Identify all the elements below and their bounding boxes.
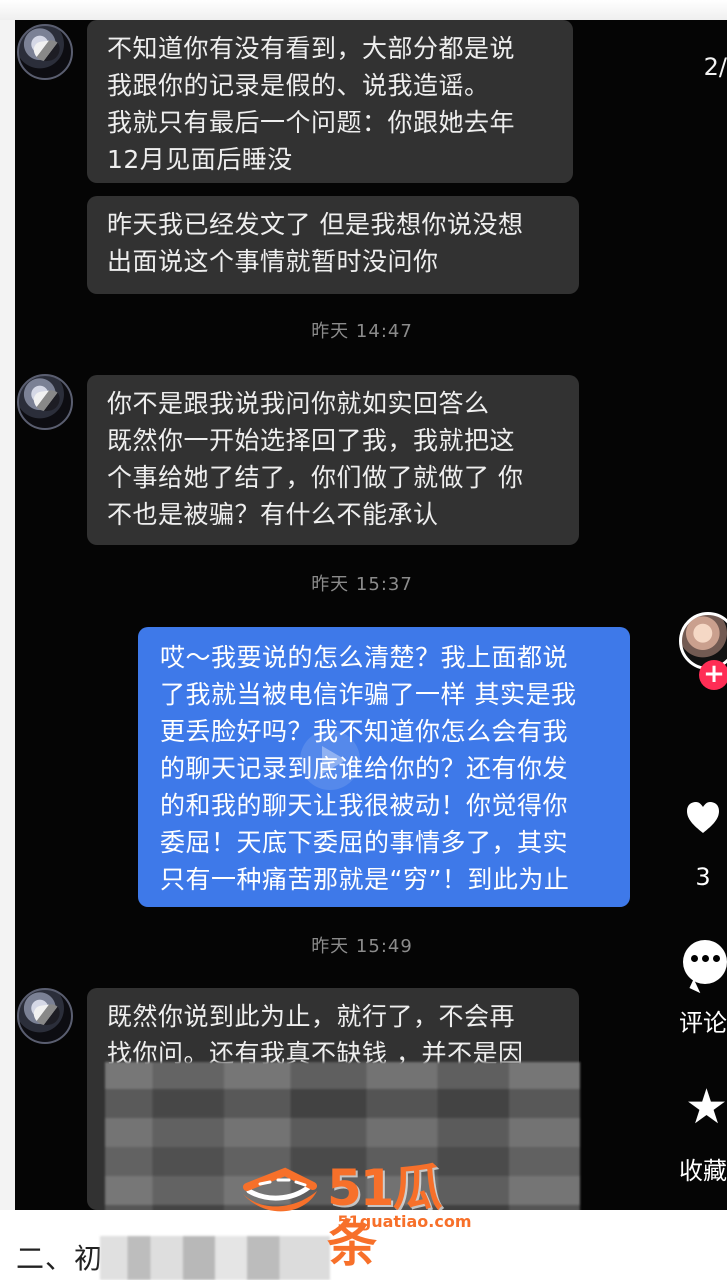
message-timestamp: 昨天 15:37 [311, 574, 413, 595]
message-timestamp: 昨天 14:47 [311, 321, 413, 342]
play-icon[interactable] [300, 730, 360, 790]
article-section-text: 二、初 [16, 1242, 104, 1275]
outgoing-message-bubble[interactable]: 哎～我要说的怎么清楚？我上面都说 了我就当被电信诈骗了一样 其实是我 更丢脸好吗… [138, 627, 630, 907]
screenshot-page: 不知道你有没有看到，大部分都是说 我跟你的记录是假的、说我造谣。 我就只有最后一… [0, 0, 727, 1280]
blurred-article-heading [100, 1236, 330, 1280]
incoming-message-bubble[interactable]: 昨天我已经发文了 但是我想你说没想 出面说这个事情就暂时没问你 [87, 196, 579, 294]
contact-avatar[interactable] [17, 24, 73, 80]
blurred-message-content [105, 1062, 580, 1210]
incoming-message-bubble[interactable]: 你不是跟我说我问你就如实回答么 既然你一开始选择回了我，我就把这 个事给她了结了… [87, 375, 579, 545]
contact-avatar[interactable] [17, 988, 73, 1044]
contact-avatar[interactable] [17, 374, 73, 430]
message-timestamp: 昨天 15:49 [311, 936, 413, 957]
top-page-background [0, 0, 727, 20]
chat-screenshot: 不知道你有没有看到，大部分都是说 我跟你的记录是假的、说我造谣。 我就只有最后一… [15, 20, 727, 1210]
incoming-message-bubble[interactable]: 不知道你有没有看到，大部分都是说 我跟你的记录是假的、说我造谣。 我就只有最后一… [87, 20, 573, 183]
